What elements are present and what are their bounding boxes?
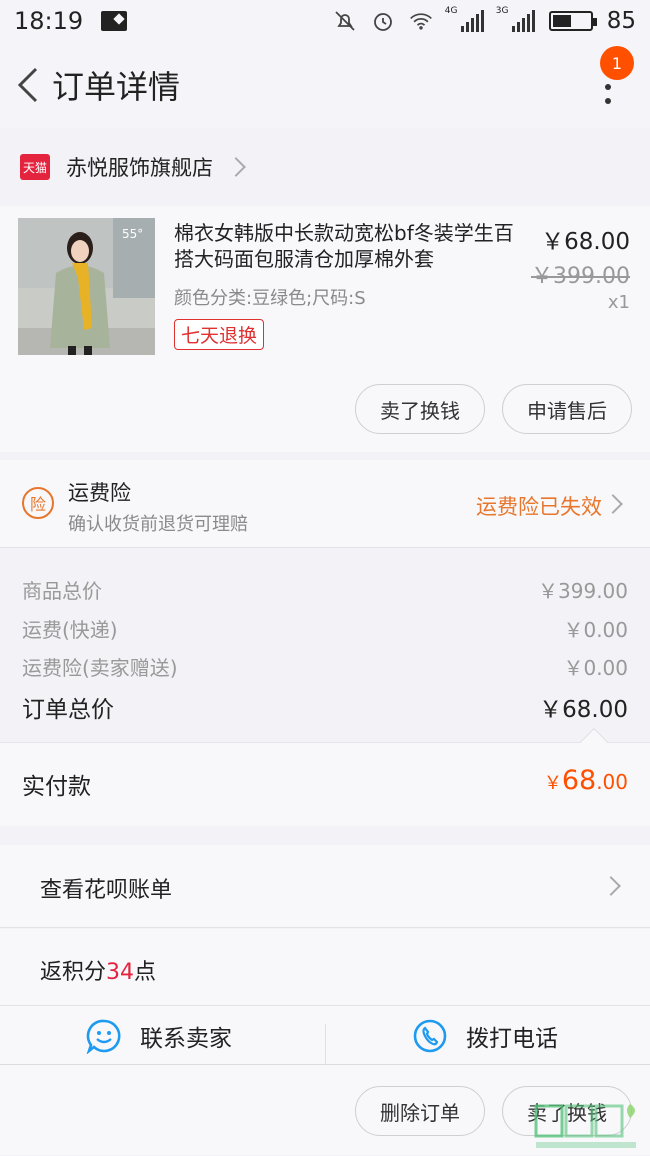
actual-payment-label: 实付款 bbox=[22, 774, 91, 800]
image-notification-icon bbox=[101, 11, 128, 31]
nav-bar: 订单详情 1 bbox=[0, 42, 650, 128]
cost-row-shipping: 运费(快递) ￥0.00 bbox=[22, 618, 628, 642]
page-title: 订单详情 bbox=[52, 68, 181, 106]
watermark-logo bbox=[526, 1102, 646, 1152]
tmall-logo: 天猫 bbox=[20, 154, 50, 180]
cost-row-total: 订单总价 ￥68.00 bbox=[22, 697, 628, 723]
signal-3g-icon: 3G bbox=[496, 6, 535, 32]
cost-row-insurance: 运费险(卖家赠送) ￥0.00 bbox=[22, 656, 628, 680]
delete-order-button[interactable]: 删除订单 bbox=[355, 1086, 485, 1136]
chevron-right-icon bbox=[226, 157, 246, 177]
alarm-icon bbox=[371, 9, 395, 33]
phone-icon bbox=[413, 1019, 447, 1053]
points-row: 返积分34点 bbox=[0, 929, 650, 1006]
shipping-insurance-row[interactable]: 险 运费险 确认收货前退货可理赔 运费险已失效 bbox=[0, 460, 650, 548]
insurance-subtitle: 确认收货前退货可理赔 bbox=[68, 514, 248, 535]
call-phone-button[interactable]: 拨打电话 bbox=[412, 1006, 558, 1066]
contact-seller-button[interactable]: 联系卖家 bbox=[86, 1006, 232, 1066]
insurance-status: 运费险已失效 bbox=[476, 495, 602, 519]
status-time: 18:19 bbox=[14, 7, 84, 35]
notification-badge: 1 bbox=[600, 46, 634, 80]
contact-bar: 联系卖家 拨打电话 bbox=[0, 1006, 650, 1066]
actual-payment-row: 实付款 ￥68.00 bbox=[0, 727, 650, 826]
shop-name: 赤悦服饰旗舰店 bbox=[66, 156, 213, 180]
shop-row[interactable]: 天猫 赤悦服饰旗舰店 bbox=[0, 128, 650, 206]
actual-payment-value: ￥68.00 bbox=[543, 765, 628, 796]
status-bar: 18:19 4G 3G 85 bbox=[0, 0, 650, 42]
chevron-left-icon bbox=[17, 67, 38, 103]
product-price: ￥68.00 bbox=[541, 229, 630, 255]
battery-level: 85 bbox=[606, 8, 636, 34]
chat-smile-icon bbox=[86, 1019, 121, 1054]
chevron-right-icon bbox=[603, 494, 623, 514]
battery-icon bbox=[548, 11, 597, 31]
seven-day-return-tag: 七天退换 bbox=[174, 319, 265, 350]
apply-after-sale-button[interactable]: 申请售后 bbox=[502, 384, 632, 434]
thumb-sign-text: 55° bbox=[122, 227, 143, 241]
insurance-icon: 险 bbox=[22, 487, 54, 519]
product-original-price: ￥399.00 bbox=[531, 264, 630, 289]
chevron-right-icon bbox=[601, 876, 621, 896]
cost-breakdown: 商品总价 ￥399.00 运费(快递) ￥0.00 运费险(卖家赠送) ￥0.0… bbox=[0, 549, 650, 742]
signal-4g-icon: 4G bbox=[445, 6, 484, 32]
product-thumbnail[interactable]: 55° bbox=[18, 218, 155, 355]
product-sku: 颜色分类:豆绿色;尺码:S bbox=[174, 288, 366, 309]
points-text: 返积分34点 bbox=[40, 960, 157, 985]
product-quantity: x1 bbox=[607, 292, 630, 313]
mute-bell-icon bbox=[333, 9, 357, 33]
view-huabei-bill-row[interactable]: 查看花呗账单 bbox=[0, 845, 650, 928]
back-button[interactable] bbox=[6, 63, 50, 107]
huabei-label: 查看花呗账单 bbox=[40, 878, 173, 903]
cost-row-goods: 商品总价 ￥399.00 bbox=[22, 579, 628, 603]
product-name[interactable]: 棉衣女韩版中长款动宽松bf冬装学生百搭大码面包服清仓加厚棉外套 bbox=[174, 220, 526, 272]
product-card: 55° 棉衣女韩版中长款动宽松bf冬装学生百搭大码面包服清仓加厚棉外套 颜色分类… bbox=[0, 206, 650, 452]
sell-for-cash-button[interactable]: 卖了换钱 bbox=[355, 384, 485, 434]
wifi-icon bbox=[409, 9, 433, 33]
insurance-title: 运费险 bbox=[68, 481, 131, 505]
